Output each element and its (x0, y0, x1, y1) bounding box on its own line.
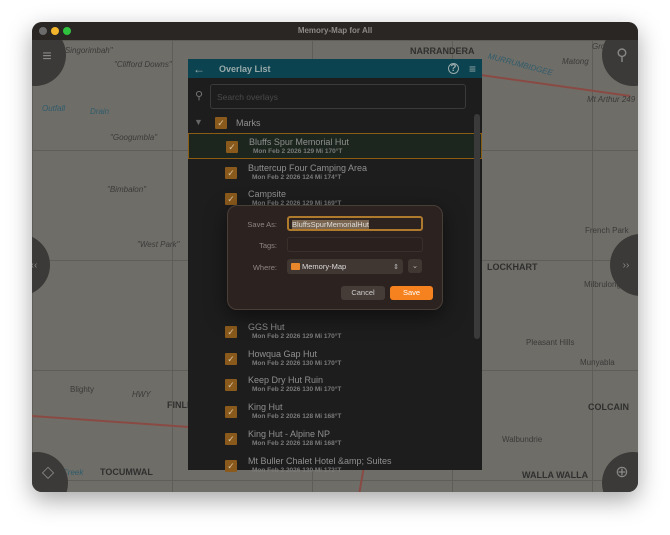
map-label: Pleasant Hills (526, 338, 575, 347)
overlay-list-item[interactable]: ✓ GGS Hut Mon Feb 2 2026 129 Mi 170°T (188, 319, 482, 345)
chevron-left-icon: ‹‹ (32, 259, 38, 271)
help-icon[interactable]: ? (447, 63, 459, 74)
panel-header: ← Overlay List ? ≡ (188, 59, 482, 78)
item-checkbox[interactable]: ✓ (225, 379, 237, 392)
map-label: "Bimbalon" (107, 185, 147, 194)
item-name: GGS Hut (248, 322, 285, 332)
item-checkbox[interactable]: ✓ (225, 326, 237, 338)
item-detail: Mon Feb 2 2026 128 Mi 168°T (252, 439, 342, 447)
map-label: TOCUMWAL (100, 467, 153, 477)
item-name: Howqua Gap Hut (248, 348, 318, 359)
save-as-label: Save As: (247, 220, 277, 229)
item-detail: Mon Feb 2 2026 130 Mi 172°T (252, 466, 342, 474)
tags-input[interactable] (287, 237, 423, 252)
overlay-list-item[interactable]: ✓ Keep Dry Hut Ruin Mon Feb 2 2026 130 Mi … (188, 372, 482, 398)
where-select[interactable]: Memory-Map ⇕ (287, 259, 403, 274)
minimize-window-button[interactable] (51, 27, 59, 35)
map-label: "West Park" (137, 240, 180, 249)
scrollbar[interactable] (474, 114, 480, 339)
where-label: Where: (252, 263, 277, 272)
search-input[interactable]: Search overlays (210, 84, 466, 109)
folder-icon (291, 263, 300, 270)
cancel-button[interactable]: Cancel (341, 286, 385, 300)
where-value: Memory-Map (302, 262, 347, 271)
tags-label: Tags: (259, 241, 277, 250)
updown-chevron-icon: ⇕ (393, 263, 399, 271)
menu-icon[interactable]: ≡ (469, 62, 476, 76)
item-checkbox[interactable]: ✓ (225, 432, 237, 445)
item-name: King Hut - Alpine NP (248, 428, 331, 439)
item-name: Bluffs Spur Memorial Hut (249, 137, 349, 147)
map-label: WALLA WALLA (522, 470, 589, 480)
zoom-window-button[interactable] (63, 27, 71, 35)
map-label: Matong (562, 57, 589, 66)
item-name: King Hut (248, 402, 283, 413)
map-label: COLCAIN (588, 402, 629, 412)
item-name: Mt Buller Chalet Hotel &amp; Suites (248, 455, 392, 466)
overlay-list-item[interactable]: ✓ Buttercup Four Camping Area Mon Feb 2 20… (188, 160, 482, 186)
save-as-input[interactable]: BluffsSpurMemorialHut (287, 216, 423, 231)
map-label: Blighty (70, 385, 95, 394)
panel-title: Overlay List (219, 63, 271, 74)
title-bar: Memory-Map for All (32, 22, 638, 40)
search-icon: ⚲ (195, 90, 204, 102)
save-button[interactable]: Save (390, 286, 433, 300)
group-label: Marks (236, 118, 261, 128)
hamburger-icon: ≡ (42, 48, 52, 65)
item-checkbox[interactable]: ✓ (225, 459, 237, 472)
item-checkbox[interactable]: ✓ (225, 352, 237, 365)
item-checkbox[interactable]: ✓ (225, 166, 237, 179)
item-detail: Mon Feb 2 2026 124 Mi 174°T (252, 173, 342, 181)
overlay-list-item[interactable]: ✓ Howqua Gap Hut Mon Feb 2 2026 130 Mi 170… (188, 346, 482, 372)
back-arrow-icon[interactable]: ← (193, 62, 205, 76)
item-checkbox[interactable]: ✓ (225, 406, 237, 419)
save-as-value: BluffsSpurMemorialHut (292, 220, 369, 229)
chevron-right-icon: ›› (622, 259, 630, 271)
map-label: "Clifford Downs" (114, 60, 172, 69)
item-checkbox[interactable]: ✓ (225, 193, 237, 206)
walker-icon: ⚲ (616, 47, 628, 64)
map-label: HWY (132, 390, 151, 399)
item-detail: Mon Feb 2 2026 129 Mi 170°T (253, 148, 343, 155)
item-name: Keep Dry Hut Ruin (248, 375, 324, 386)
layers-icon: ◇ (41, 464, 55, 481)
map-label: NARRANDERA (410, 46, 475, 56)
item-detail: Mon Feb 2 2026 130 Mi 170°T (252, 386, 342, 394)
expand-button[interactable]: ⌄ (408, 259, 422, 273)
map-label: Munyabla (580, 358, 615, 367)
crosshair-icon: ⊕ (615, 464, 629, 481)
map-label: French Park (585, 226, 629, 235)
overlay-list-item[interactable]: ✓ King Hut Mon Feb 2 2026 128 Mi 168°T (188, 399, 482, 425)
item-detail: Mon Feb 2 2026 129 Mi 170°T (252, 333, 342, 340)
map-label: Drain (90, 107, 110, 116)
item-detail: Mon Feb 2 2026 130 Mi 170°T (252, 359, 342, 367)
collapse-triangle-icon[interactable]: ▼ (194, 117, 203, 127)
map-label: "Googumbla" (110, 133, 158, 142)
item-name: Campsite (248, 189, 287, 200)
map-label: Walbundrie (502, 435, 543, 444)
map-label: LOCKHART (487, 262, 538, 272)
group-checkbox[interactable]: ✓ (215, 117, 227, 129)
item-checkbox[interactable]: ✓ (226, 141, 238, 153)
save-dialog: Save As: BluffsSpurMemorialHut Tags: Whe… (227, 205, 443, 310)
map-label: Mt Arthur 249 (587, 95, 636, 104)
item-name: Buttercup Four Camping Area (248, 162, 368, 173)
overlay-list-item[interactable]: ✓ Bluffs Spur Memorial Hut Mon Feb 2 2026 … (188, 133, 482, 159)
window-title: Memory-Map for All (297, 26, 373, 35)
app-window: Memory-Map for All NARRANDERA Grong Gron… (32, 22, 638, 492)
overlay-list-item[interactable]: ✓ Mt Buller Chalet Hotel &amp; Suites Mon … (188, 453, 482, 479)
close-window-button[interactable] (39, 27, 47, 35)
map-label: Outfall (42, 104, 66, 113)
chevron-down-icon: ⌄ (411, 261, 419, 270)
map-label: MURRUMBIDGEE (486, 51, 554, 78)
map-label: "Singorimbah" (62, 46, 113, 55)
item-detail: Mon Feb 2 2026 128 Mi 168°T (252, 413, 342, 421)
overlay-list-item[interactable]: ✓ King Hut - Alpine NP Mon Feb 2 2026 128 … (188, 426, 482, 452)
